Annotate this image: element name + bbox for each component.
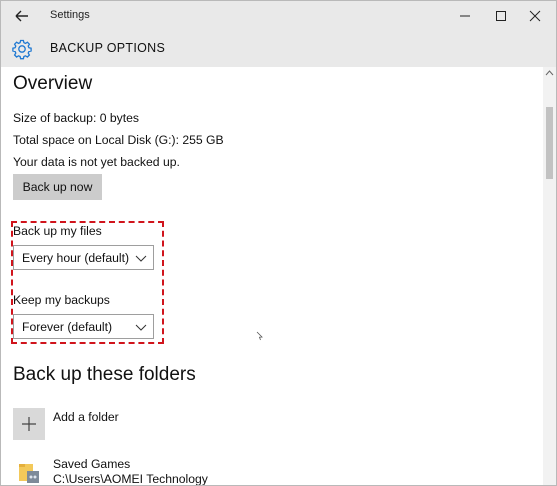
minimize-icon [460, 15, 470, 17]
backup-frequency-dropdown[interactable]: Every hour (default) [13, 245, 154, 270]
backup-size-text: Size of backup: 0 bytes [13, 111, 140, 125]
back-arrow-icon [15, 10, 28, 22]
keep-backups-value: Forever (default) [22, 320, 113, 334]
chevron-down-icon [135, 255, 147, 262]
mouse-cursor-icon [256, 328, 264, 341]
overview-heading: Overview [13, 73, 93, 94]
backup-status-text: Your data is not yet backed up. [13, 155, 180, 169]
content-area: Overview Size of backup: 0 bytes Total s… [1, 67, 543, 485]
plus-icon [22, 417, 36, 431]
folder-item-name[interactable]: Saved Games [53, 457, 130, 471]
settings-window: Settings BACKUP OPTIONS Overview Size of… [0, 0, 557, 486]
backup-frequency-label: Back up my files [13, 224, 102, 238]
gear-icon [11, 38, 33, 60]
maximize-button[interactable] [489, 4, 513, 28]
close-icon [529, 10, 541, 22]
backup-frequency-value: Every hour (default) [22, 251, 130, 265]
folder-item-path: C:\Users\AOMEI Technology [53, 472, 208, 485]
back-up-now-button[interactable]: Back up now [13, 174, 102, 200]
window-title: Settings [50, 9, 90, 21]
maximize-icon [496, 11, 506, 21]
minimize-button[interactable] [453, 4, 477, 28]
keep-backups-label: Keep my backups [13, 293, 110, 307]
add-folder-button[interactable] [13, 408, 45, 440]
chevron-down-icon [135, 324, 147, 331]
back-button[interactable] [9, 5, 33, 27]
page-title: BACKUP OPTIONS [50, 41, 166, 55]
keep-backups-dropdown[interactable]: Forever (default) [13, 314, 154, 339]
scroll-up-arrow-icon[interactable] [545, 69, 554, 77]
scrollbar-thumb[interactable] [546, 107, 553, 179]
folders-heading: Back up these folders [13, 364, 196, 385]
close-button[interactable] [523, 4, 547, 28]
vertical-scrollbar[interactable] [543, 67, 556, 485]
page-header: BACKUP OPTIONS [1, 31, 556, 67]
total-space-text: Total space on Local Disk (G:): 255 GB [13, 133, 224, 147]
saved-games-folder-icon [17, 459, 43, 485]
add-folder-label[interactable]: Add a folder [53, 410, 119, 424]
title-bar: Settings [1, 1, 556, 31]
